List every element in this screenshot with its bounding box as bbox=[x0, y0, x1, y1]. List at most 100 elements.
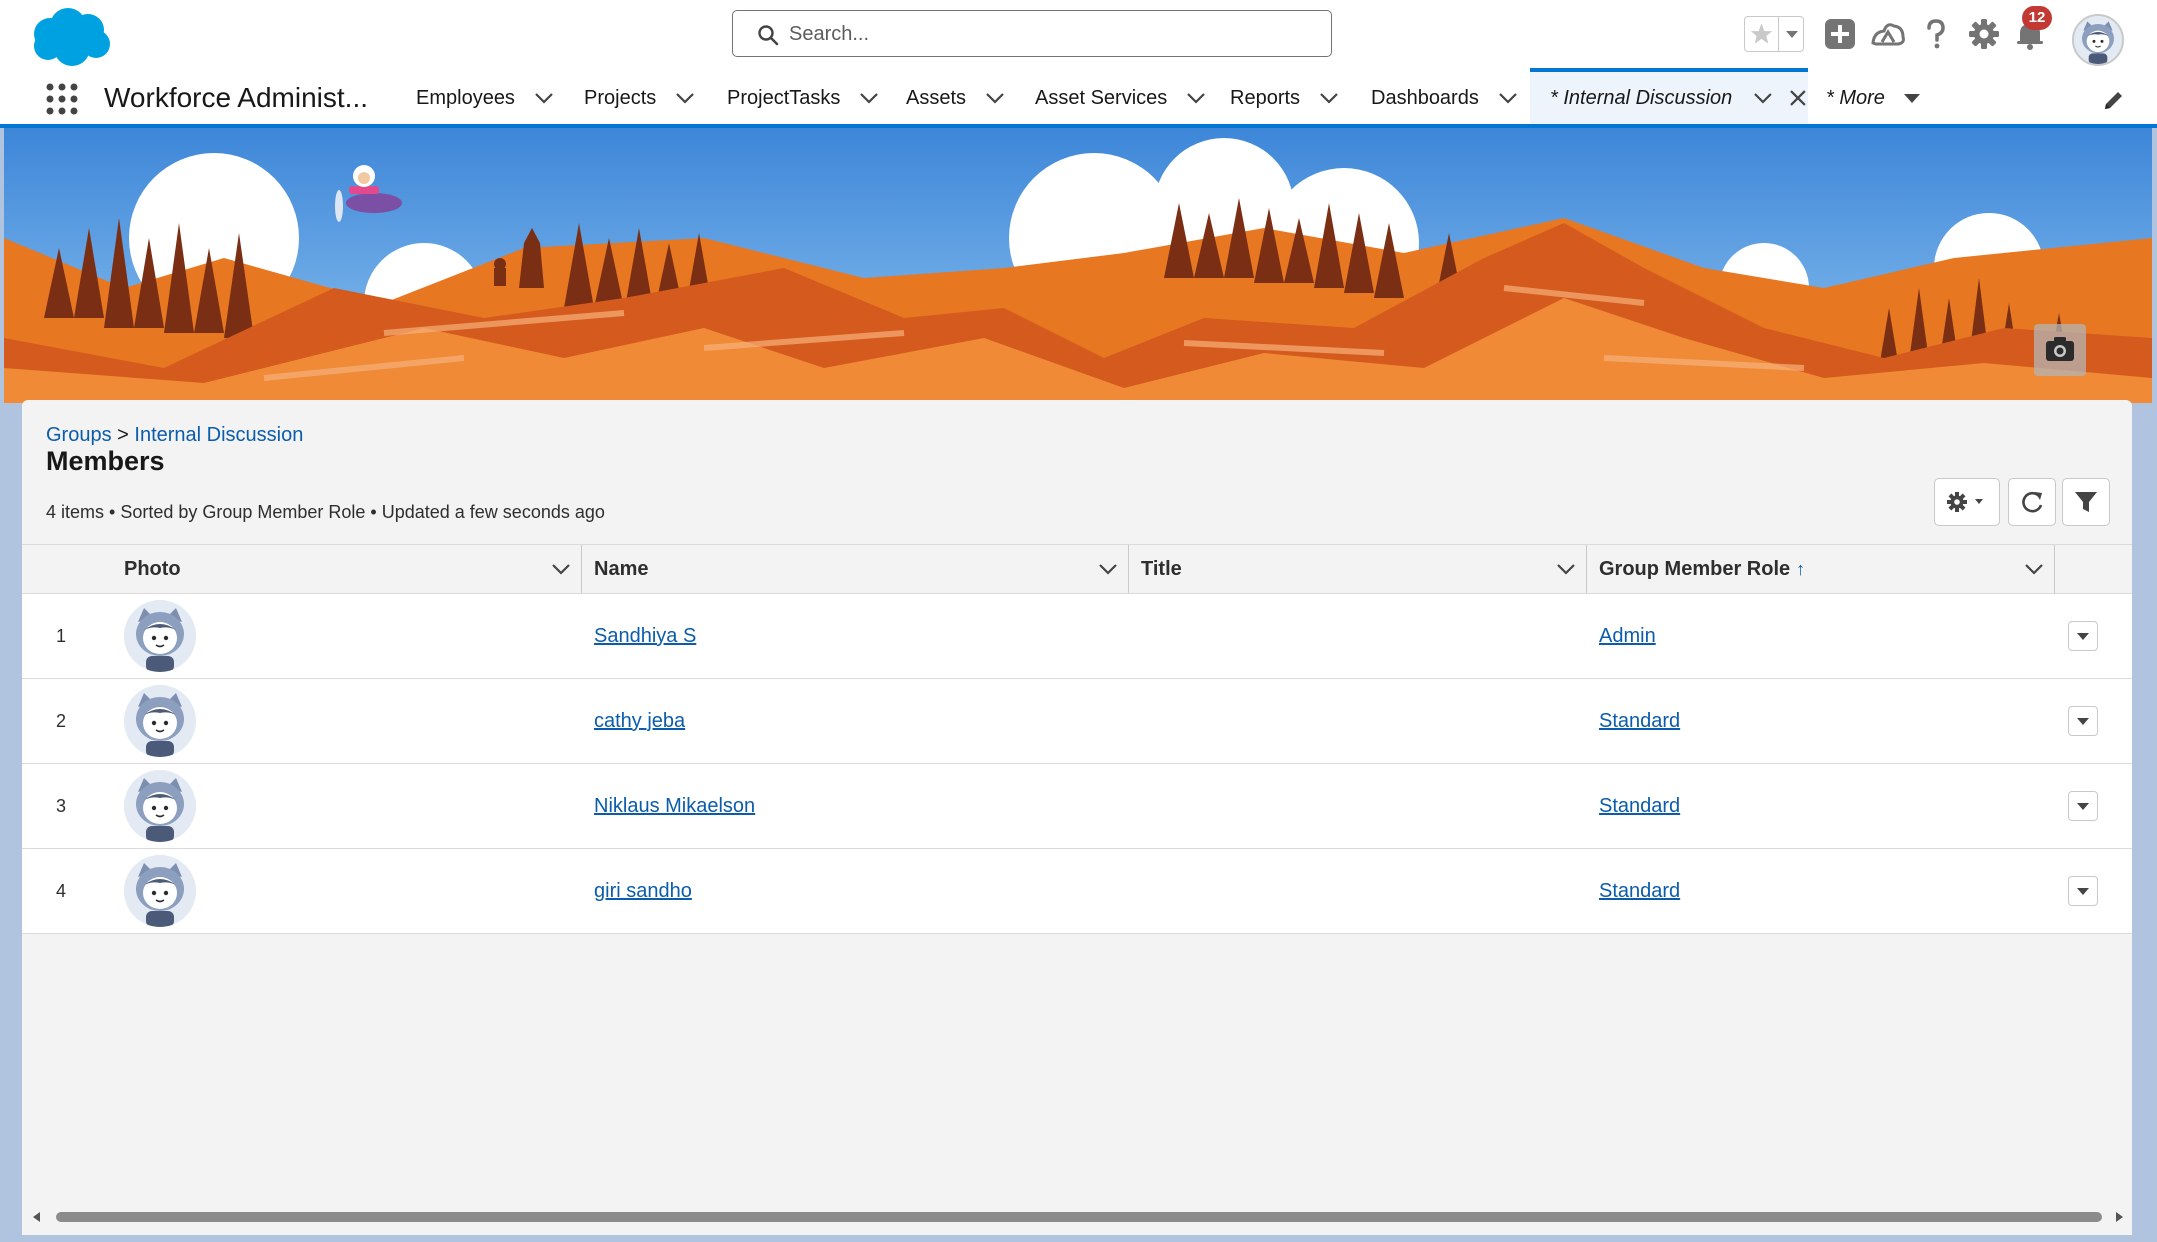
chevron-down-icon[interactable] bbox=[674, 87, 696, 109]
nav-more-label: * More bbox=[1826, 86, 1885, 109]
chevron-down-icon[interactable] bbox=[1555, 558, 1577, 580]
row-actions-button[interactable] bbox=[2068, 876, 2098, 906]
tab-internal-discussion[interactable]: * Internal Discussion bbox=[1530, 68, 1808, 124]
astro-avatar-icon bbox=[124, 770, 196, 842]
help-icon[interactable] bbox=[1918, 16, 1954, 52]
chevron-down-icon[interactable] bbox=[2023, 558, 2045, 580]
chevron-down-icon[interactable] bbox=[533, 87, 555, 109]
column-header-photo[interactable]: Photo bbox=[124, 545, 594, 593]
column-divider[interactable] bbox=[581, 545, 582, 593]
chevron-down-icon[interactable] bbox=[858, 87, 880, 109]
member-name-link[interactable]: Sandhiya S bbox=[594, 594, 696, 679]
column-header-title[interactable]: Title bbox=[1141, 545, 1591, 593]
camera-icon bbox=[2046, 337, 2074, 361]
row-actions-button[interactable] bbox=[2068, 621, 2098, 651]
column-header-label: Photo bbox=[124, 558, 181, 580]
column-header-group-member-role[interactable]: Group Member Role ↑ bbox=[1599, 545, 2059, 593]
app-nav-bar: Workforce Administ... Employees Projects… bbox=[0, 68, 2157, 128]
chevron-down-icon[interactable] bbox=[1318, 87, 1340, 109]
column-header-name[interactable]: Name bbox=[594, 545, 1134, 593]
member-photo-avatar bbox=[124, 685, 196, 757]
member-name-link[interactable]: Niklaus Mikaelson bbox=[594, 764, 755, 849]
nav-item-asset-services[interactable]: Asset Services bbox=[1035, 72, 1207, 124]
nav-item-label: Dashboards bbox=[1371, 86, 1479, 109]
column-header-label: Group Member Role bbox=[1599, 558, 1791, 580]
user-avatar[interactable] bbox=[2072, 14, 2124, 66]
member-role-link[interactable]: Standard bbox=[1599, 849, 1680, 934]
member-role-link[interactable]: Standard bbox=[1599, 679, 1680, 764]
nav-item-projects[interactable]: Projects bbox=[584, 72, 696, 124]
astro-avatar-icon bbox=[124, 685, 196, 757]
members-table: Photo Name Title Group Member Role ↑ 1 S… bbox=[22, 544, 2132, 934]
member-name-link[interactable]: giri sandho bbox=[594, 849, 692, 934]
table-row: 3 Niklaus Mikaelson Standard bbox=[22, 764, 2132, 849]
member-role-link[interactable]: Admin bbox=[1599, 594, 1656, 679]
scrollbar-thumb[interactable] bbox=[56, 1212, 2102, 1222]
chevron-down-icon[interactable] bbox=[1752, 87, 1774, 109]
nav-item-projecttasks[interactable]: ProjectTasks bbox=[727, 72, 880, 124]
row-number: 2 bbox=[56, 711, 67, 731]
global-actions-plus-icon[interactable] bbox=[1822, 16, 1858, 52]
filter-button[interactable] bbox=[2062, 478, 2110, 526]
column-divider[interactable] bbox=[1586, 545, 1587, 593]
page-title: Members bbox=[46, 446, 165, 476]
nav-item-assets[interactable]: Assets bbox=[906, 72, 1006, 124]
nav-item-dashboards[interactable]: Dashboards bbox=[1371, 72, 1519, 124]
row-number: 1 bbox=[56, 626, 67, 646]
column-divider[interactable] bbox=[2054, 545, 2055, 593]
sort-ascending-arrow-icon: ↑ bbox=[1796, 559, 1806, 579]
refresh-button[interactable] bbox=[2008, 478, 2056, 526]
member-role-link[interactable]: Standard bbox=[1599, 764, 1680, 849]
astro-avatar-icon bbox=[124, 855, 196, 927]
chevron-down-icon[interactable] bbox=[1097, 558, 1119, 580]
edit-nav-pencil-icon[interactable] bbox=[2102, 88, 2126, 112]
chevron-down-icon[interactable] bbox=[1497, 87, 1519, 109]
row-actions-button[interactable] bbox=[2068, 706, 2098, 736]
chevron-down-icon[interactable] bbox=[550, 558, 572, 580]
member-photo-avatar bbox=[124, 600, 196, 672]
scroll-right-arrow-icon[interactable] bbox=[2112, 1210, 2126, 1224]
global-header: 12 bbox=[0, 0, 2157, 72]
member-name-link[interactable]: cathy jeba bbox=[594, 679, 685, 764]
breadcrumb-separator: > bbox=[117, 424, 129, 446]
breadcrumb-link-groups[interactable]: Groups bbox=[46, 424, 112, 446]
app-launcher-icon[interactable] bbox=[44, 81, 80, 117]
astro-avatar-icon bbox=[124, 600, 196, 672]
breadcrumb: Groups > Internal Discussion bbox=[46, 424, 303, 447]
filter-icon bbox=[2075, 492, 2097, 512]
caret-down-icon bbox=[2077, 888, 2089, 895]
nav-item-label: Projects bbox=[584, 86, 657, 109]
nav-item-label: Reports bbox=[1230, 86, 1301, 109]
trailhead-icon[interactable] bbox=[1870, 16, 1906, 52]
close-icon[interactable] bbox=[1788, 88, 1808, 108]
chevron-down-icon[interactable] bbox=[984, 87, 1006, 109]
notification-count-badge: 12 bbox=[2022, 6, 2052, 30]
list-view-meta-info: 4 items • Sorted by Group Member Role • … bbox=[46, 502, 605, 522]
chevron-down-icon[interactable] bbox=[1185, 87, 1207, 109]
caret-down-icon[interactable] bbox=[1901, 87, 1923, 109]
list-view-controls-button[interactable] bbox=[1934, 478, 2000, 526]
members-list-panel: Groups > Internal Discussion Members 4 i… bbox=[22, 400, 2132, 1235]
astro-avatar-icon bbox=[2074, 16, 2122, 64]
header-utility-icons: 12 bbox=[0, 6, 2157, 66]
scroll-left-arrow-icon[interactable] bbox=[30, 1210, 44, 1224]
refresh-icon bbox=[2022, 491, 2043, 513]
row-actions-button[interactable] bbox=[2068, 791, 2098, 821]
nav-item-label: Assets bbox=[906, 86, 967, 109]
nav-item-employees[interactable]: Employees bbox=[416, 72, 555, 124]
member-photo-avatar bbox=[124, 855, 196, 927]
table-header: Photo Name Title Group Member Role ↑ bbox=[22, 544, 2132, 594]
table-row: 4 giri sandho Standard bbox=[22, 849, 2132, 934]
update-banner-photo-button[interactable] bbox=[2034, 324, 2086, 376]
nav-more-menu[interactable]: * More bbox=[1826, 72, 1923, 124]
favorites-dropdown-icon[interactable] bbox=[1779, 17, 1805, 51]
nav-item-reports[interactable]: Reports bbox=[1230, 72, 1340, 124]
table-row: 2 cathy jeba Standard bbox=[22, 679, 2132, 764]
star-icon[interactable] bbox=[1745, 17, 1779, 51]
horizontal-scrollbar[interactable] bbox=[30, 1210, 2128, 1224]
column-divider[interactable] bbox=[1128, 545, 1129, 593]
row-number: 4 bbox=[56, 881, 67, 901]
favorites-button-group bbox=[1744, 16, 1804, 52]
breadcrumb-link-internal-discussion[interactable]: Internal Discussion bbox=[134, 424, 303, 446]
setup-gear-icon[interactable] bbox=[1966, 16, 2002, 52]
